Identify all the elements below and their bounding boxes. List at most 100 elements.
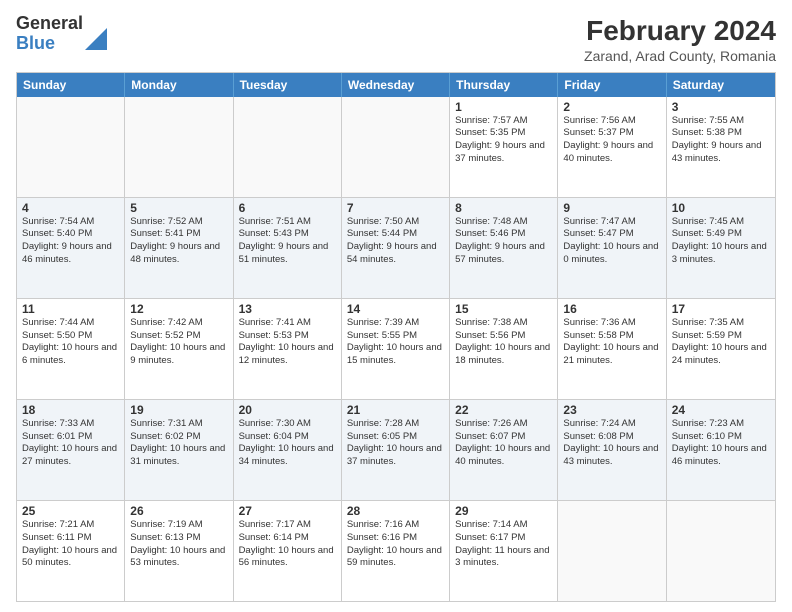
day-info: Sunrise: 7:14 AM Sunset: 6:17 PM Dayligh… <box>455 519 552 570</box>
day-number: 11 <box>22 302 119 316</box>
weekday-header-saturday: Saturday <box>667 73 775 97</box>
day-info: Sunrise: 7:47 AM Sunset: 5:47 PM Dayligh… <box>563 216 660 267</box>
day-number: 24 <box>672 403 770 417</box>
day-info: Sunrise: 7:31 AM Sunset: 6:02 PM Dayligh… <box>130 418 227 469</box>
day-number: 18 <box>22 403 119 417</box>
calendar-cell-1-1: 5Sunrise: 7:52 AM Sunset: 5:41 PM Daylig… <box>125 198 233 298</box>
day-info: Sunrise: 7:28 AM Sunset: 6:05 PM Dayligh… <box>347 418 444 469</box>
calendar-cell-1-0: 4Sunrise: 7:54 AM Sunset: 5:40 PM Daylig… <box>17 198 125 298</box>
day-info: Sunrise: 7:48 AM Sunset: 5:46 PM Dayligh… <box>455 216 552 267</box>
calendar-cell-4-6 <box>667 501 775 601</box>
day-info: Sunrise: 7:26 AM Sunset: 6:07 PM Dayligh… <box>455 418 552 469</box>
calendar-cell-0-0 <box>17 97 125 197</box>
calendar-cell-0-6: 3Sunrise: 7:55 AM Sunset: 5:38 PM Daylig… <box>667 97 775 197</box>
calendar-cell-2-3: 14Sunrise: 7:39 AM Sunset: 5:55 PM Dayli… <box>342 299 450 399</box>
calendar-cell-0-5: 2Sunrise: 7:56 AM Sunset: 5:37 PM Daylig… <box>558 97 666 197</box>
day-info: Sunrise: 7:39 AM Sunset: 5:55 PM Dayligh… <box>347 317 444 368</box>
day-number: 27 <box>239 504 336 518</box>
logo-general-text: General <box>16 14 83 34</box>
day-number: 6 <box>239 201 336 215</box>
calendar-cell-4-2: 27Sunrise: 7:17 AM Sunset: 6:14 PM Dayli… <box>234 501 342 601</box>
calendar-row-3: 18Sunrise: 7:33 AM Sunset: 6:01 PM Dayli… <box>17 400 775 501</box>
calendar-cell-1-4: 8Sunrise: 7:48 AM Sunset: 5:46 PM Daylig… <box>450 198 558 298</box>
calendar-cell-2-5: 16Sunrise: 7:36 AM Sunset: 5:58 PM Dayli… <box>558 299 666 399</box>
day-info: Sunrise: 7:16 AM Sunset: 6:16 PM Dayligh… <box>347 519 444 570</box>
calendar-cell-3-3: 21Sunrise: 7:28 AM Sunset: 6:05 PM Dayli… <box>342 400 450 500</box>
calendar-cell-2-1: 12Sunrise: 7:42 AM Sunset: 5:52 PM Dayli… <box>125 299 233 399</box>
calendar-cell-1-2: 6Sunrise: 7:51 AM Sunset: 5:43 PM Daylig… <box>234 198 342 298</box>
day-number: 8 <box>455 201 552 215</box>
calendar-body: 1Sunrise: 7:57 AM Sunset: 5:35 PM Daylig… <box>17 97 775 601</box>
day-number: 22 <box>455 403 552 417</box>
calendar-cell-4-1: 26Sunrise: 7:19 AM Sunset: 6:13 PM Dayli… <box>125 501 233 601</box>
calendar-cell-0-1 <box>125 97 233 197</box>
day-number: 20 <box>239 403 336 417</box>
calendar-row-4: 25Sunrise: 7:21 AM Sunset: 6:11 PM Dayli… <box>17 501 775 601</box>
day-info: Sunrise: 7:50 AM Sunset: 5:44 PM Dayligh… <box>347 216 444 267</box>
calendar-cell-2-2: 13Sunrise: 7:41 AM Sunset: 5:53 PM Dayli… <box>234 299 342 399</box>
day-number: 10 <box>672 201 770 215</box>
calendar-cell-4-5 <box>558 501 666 601</box>
weekday-header-friday: Friday <box>558 73 666 97</box>
calendar-header: SundayMondayTuesdayWednesdayThursdayFrid… <box>17 73 775 97</box>
calendar-cell-2-0: 11Sunrise: 7:44 AM Sunset: 5:50 PM Dayli… <box>17 299 125 399</box>
page: General Blue February 2024 Zarand, Arad … <box>0 0 792 612</box>
calendar-cell-3-0: 18Sunrise: 7:33 AM Sunset: 6:01 PM Dayli… <box>17 400 125 500</box>
weekday-header-sunday: Sunday <box>17 73 125 97</box>
day-number: 23 <box>563 403 660 417</box>
page-subtitle: Zarand, Arad County, Romania <box>584 48 776 64</box>
day-info: Sunrise: 7:24 AM Sunset: 6:08 PM Dayligh… <box>563 418 660 469</box>
day-info: Sunrise: 7:56 AM Sunset: 5:37 PM Dayligh… <box>563 115 660 166</box>
calendar-cell-3-6: 24Sunrise: 7:23 AM Sunset: 6:10 PM Dayli… <box>667 400 775 500</box>
weekday-header-wednesday: Wednesday <box>342 73 450 97</box>
header: General Blue February 2024 Zarand, Arad … <box>16 14 776 64</box>
logo-blue-text: Blue <box>16 34 83 54</box>
day-info: Sunrise: 7:41 AM Sunset: 5:53 PM Dayligh… <box>239 317 336 368</box>
calendar-cell-0-2 <box>234 97 342 197</box>
calendar-cell-3-2: 20Sunrise: 7:30 AM Sunset: 6:04 PM Dayli… <box>234 400 342 500</box>
header-right: February 2024 Zarand, Arad County, Roman… <box>584 14 776 64</box>
day-number: 4 <box>22 201 119 215</box>
day-number: 13 <box>239 302 336 316</box>
day-info: Sunrise: 7:55 AM Sunset: 5:38 PM Dayligh… <box>672 115 770 166</box>
day-number: 1 <box>455 100 552 114</box>
day-info: Sunrise: 7:51 AM Sunset: 5:43 PM Dayligh… <box>239 216 336 267</box>
calendar-cell-2-6: 17Sunrise: 7:35 AM Sunset: 5:59 PM Dayli… <box>667 299 775 399</box>
calendar-cell-3-1: 19Sunrise: 7:31 AM Sunset: 6:02 PM Dayli… <box>125 400 233 500</box>
day-info: Sunrise: 7:44 AM Sunset: 5:50 PM Dayligh… <box>22 317 119 368</box>
day-number: 16 <box>563 302 660 316</box>
logo-icon <box>85 22 107 50</box>
day-info: Sunrise: 7:35 AM Sunset: 5:59 PM Dayligh… <box>672 317 770 368</box>
page-title: February 2024 <box>584 14 776 48</box>
day-info: Sunrise: 7:52 AM Sunset: 5:41 PM Dayligh… <box>130 216 227 267</box>
day-number: 25 <box>22 504 119 518</box>
day-number: 9 <box>563 201 660 215</box>
day-info: Sunrise: 7:45 AM Sunset: 5:49 PM Dayligh… <box>672 216 770 267</box>
day-number: 7 <box>347 201 444 215</box>
day-number: 12 <box>130 302 227 316</box>
calendar-cell-1-3: 7Sunrise: 7:50 AM Sunset: 5:44 PM Daylig… <box>342 198 450 298</box>
calendar-row-1: 4Sunrise: 7:54 AM Sunset: 5:40 PM Daylig… <box>17 198 775 299</box>
day-info: Sunrise: 7:38 AM Sunset: 5:56 PM Dayligh… <box>455 317 552 368</box>
weekday-header-monday: Monday <box>125 73 233 97</box>
day-number: 19 <box>130 403 227 417</box>
calendar-cell-1-6: 10Sunrise: 7:45 AM Sunset: 5:49 PM Dayli… <box>667 198 775 298</box>
calendar-cell-4-0: 25Sunrise: 7:21 AM Sunset: 6:11 PM Dayli… <box>17 501 125 601</box>
logo: General Blue <box>16 14 107 54</box>
day-info: Sunrise: 7:23 AM Sunset: 6:10 PM Dayligh… <box>672 418 770 469</box>
calendar: SundayMondayTuesdayWednesdayThursdayFrid… <box>16 72 776 602</box>
day-info: Sunrise: 7:17 AM Sunset: 6:14 PM Dayligh… <box>239 519 336 570</box>
weekday-header-thursday: Thursday <box>450 73 558 97</box>
day-number: 15 <box>455 302 552 316</box>
calendar-cell-4-4: 29Sunrise: 7:14 AM Sunset: 6:17 PM Dayli… <box>450 501 558 601</box>
day-info: Sunrise: 7:19 AM Sunset: 6:13 PM Dayligh… <box>130 519 227 570</box>
day-number: 14 <box>347 302 444 316</box>
day-number: 28 <box>347 504 444 518</box>
day-number: 17 <box>672 302 770 316</box>
calendar-cell-4-3: 28Sunrise: 7:16 AM Sunset: 6:16 PM Dayli… <box>342 501 450 601</box>
day-info: Sunrise: 7:57 AM Sunset: 5:35 PM Dayligh… <box>455 115 552 166</box>
calendar-cell-1-5: 9Sunrise: 7:47 AM Sunset: 5:47 PM Daylig… <box>558 198 666 298</box>
day-number: 3 <box>672 100 770 114</box>
day-info: Sunrise: 7:21 AM Sunset: 6:11 PM Dayligh… <box>22 519 119 570</box>
day-number: 2 <box>563 100 660 114</box>
